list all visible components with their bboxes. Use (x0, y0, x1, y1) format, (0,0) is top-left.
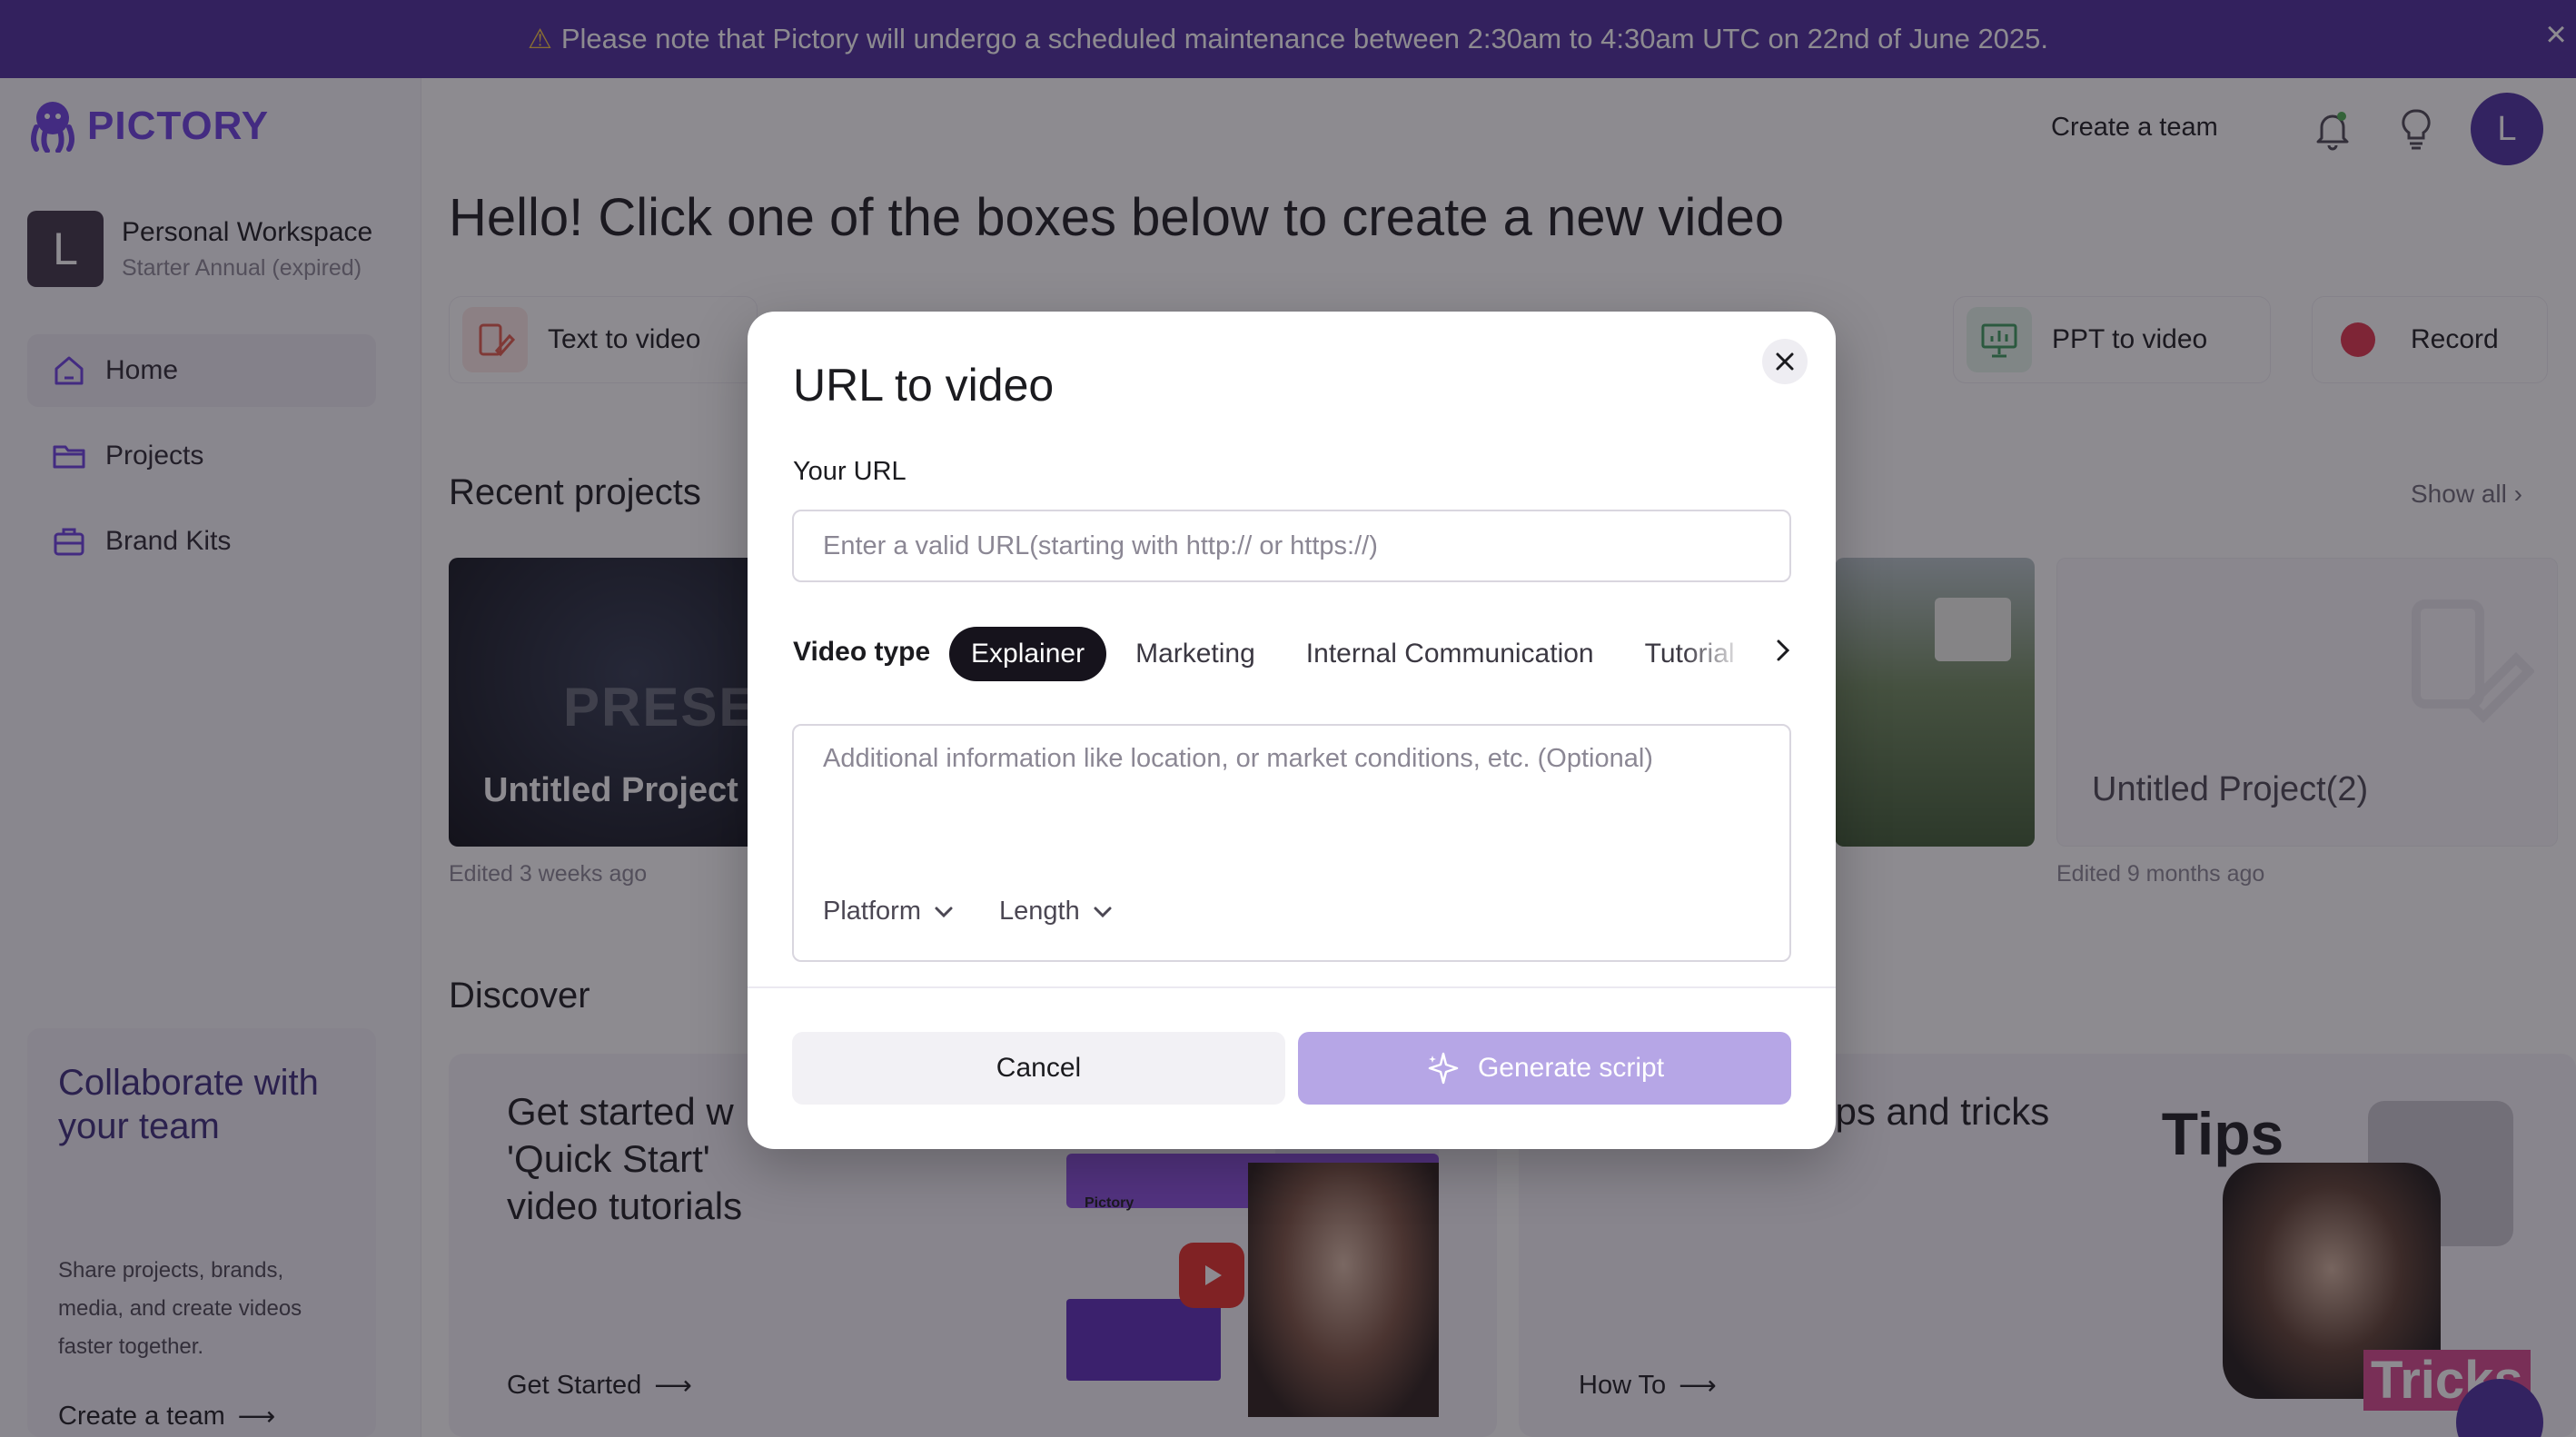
chip-explainer[interactable]: Explainer (949, 627, 1107, 681)
chip-internal-communication[interactable]: Internal Communication (1284, 627, 1616, 681)
cancel-button[interactable]: Cancel (792, 1032, 1285, 1105)
url-label: Your URL (793, 457, 907, 486)
chevron-down-icon (935, 907, 953, 917)
generate-script-button[interactable]: Generate script (1298, 1032, 1791, 1105)
chips-fade (1683, 627, 1747, 681)
sparkle-icon (1428, 1052, 1459, 1085)
chevron-down-icon (1094, 907, 1112, 917)
generate-script-label: Generate script (1477, 1053, 1665, 1083)
platform-dropdown[interactable]: Platform (823, 897, 954, 927)
video-type-chips: Explainer Marketing Internal Communicati… (949, 627, 1743, 681)
platform-label: Platform (823, 897, 921, 926)
chip-marketing[interactable]: Marketing (1114, 627, 1277, 681)
video-type-label: Video type (793, 637, 931, 667)
additional-info-box: Platform Length (792, 724, 1791, 962)
close-icon[interactable] (1762, 339, 1808, 384)
additional-info-textarea[interactable] (794, 726, 1789, 880)
length-label: Length (999, 897, 1080, 926)
modal-divider (748, 986, 1836, 988)
modal-title: URL to video (793, 360, 1055, 411)
length-dropdown[interactable]: Length (999, 897, 1113, 927)
chevron-right-icon[interactable] (1772, 637, 1794, 669)
url-to-video-modal: URL to video Your URL Video type Explain… (748, 312, 1836, 1149)
url-input[interactable] (792, 510, 1791, 582)
